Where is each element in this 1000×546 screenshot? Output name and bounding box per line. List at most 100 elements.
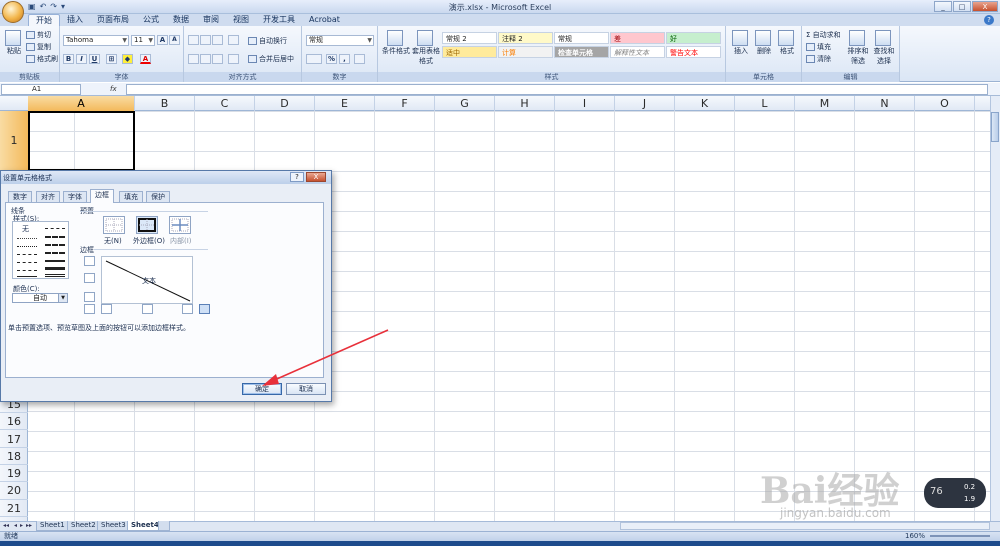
tab-home[interactable]: 开始 <box>28 14 60 26</box>
align-middle-icon[interactable] <box>200 35 211 45</box>
line-style-medium-dash-dot-dot[interactable] <box>45 228 65 229</box>
cancel-button[interactable]: 取消 <box>286 383 326 395</box>
horizontal-scrollbar[interactable] <box>620 522 990 530</box>
increase-decimal-icon[interactable] <box>354 54 365 64</box>
insert-cells-button[interactable]: 插入 <box>732 30 750 56</box>
tab-protection[interactable]: 保护 <box>146 191 170 202</box>
tab-insert[interactable]: 插入 <box>60 14 90 26</box>
clear-button[interactable]: 清除 <box>806 54 831 64</box>
column-header-m[interactable]: M <box>795 96 855 111</box>
insert-sheet-icon[interactable] <box>158 521 170 531</box>
next-sheet-icon[interactable]: ▸ <box>20 522 23 529</box>
borders-button[interactable]: ⊞ <box>106 54 117 64</box>
delete-cells-button[interactable]: 删除 <box>755 30 773 56</box>
insert-function-button[interactable]: fx <box>110 84 124 95</box>
line-style-medium[interactable] <box>45 260 65 262</box>
border-top-button[interactable] <box>84 256 95 266</box>
conditional-format-button[interactable]: 条件格式 <box>381 30 411 56</box>
tab-data[interactable]: 数据 <box>166 14 196 26</box>
cell-style-9[interactable]: 警告文本 <box>666 46 721 58</box>
tab-number[interactable]: 数字 <box>8 191 32 202</box>
column-header-e[interactable]: E <box>315 96 375 111</box>
line-style-medium-dashed[interactable] <box>45 252 65 254</box>
border-right-button[interactable] <box>182 304 193 314</box>
row-header-21[interactable]: 21 <box>0 500 28 517</box>
minimize-button[interactable]: _ <box>934 1 952 12</box>
line-color-combo[interactable]: 自动 ▼ <box>12 293 68 303</box>
column-header-l[interactable]: L <box>735 96 795 111</box>
tab-font[interactable]: 字体 <box>63 191 87 202</box>
sort-filter-button[interactable]: 排序和筛选 <box>846 30 870 66</box>
prev-sheet-icon[interactable]: ◂ <box>14 522 17 529</box>
tab-acrobat[interactable]: Acrobat <box>302 14 347 26</box>
number-format-combo[interactable]: 常规 ▼ <box>306 35 374 46</box>
preset-outline-button[interactable] <box>136 216 158 234</box>
border-preview[interactable]: 文本 <box>101 256 193 304</box>
line-style-dashed[interactable] <box>17 270 37 271</box>
column-header-b[interactable]: B <box>135 96 195 111</box>
border-bottom-button[interactable] <box>84 292 95 302</box>
line-style-dash-dot-dot[interactable] <box>17 254 37 255</box>
vertical-scroll-thumb[interactable] <box>991 112 999 142</box>
line-style-hair[interactable] <box>17 238 37 239</box>
line-style-thick[interactable] <box>45 267 65 270</box>
bold-button[interactable]: B <box>63 54 74 64</box>
align-top-icon[interactable] <box>188 35 199 45</box>
formula-input[interactable] <box>126 84 988 95</box>
cell-style-0[interactable]: 常规 2 <box>442 32 497 44</box>
line-style-double[interactable] <box>45 274 65 277</box>
preset-inside-button[interactable] <box>169 216 191 234</box>
font-name-combo[interactable]: Tahoma ▼ <box>63 35 129 46</box>
active-cell-a1[interactable] <box>28 111 135 171</box>
name-box[interactable]: A1 <box>1 84 81 95</box>
border-inside-horizontal-button[interactable] <box>84 273 95 283</box>
align-center-icon[interactable] <box>200 54 211 64</box>
row-header-20[interactable]: 20 <box>0 482 28 500</box>
row-header-17[interactable]: 17 <box>0 431 28 448</box>
last-sheet-icon[interactable]: ▸▸ <box>26 522 32 529</box>
border-inside-vertical-button[interactable] <box>142 304 153 314</box>
tab-review[interactable]: 审阅 <box>196 14 226 26</box>
cell-style-5[interactable]: 适中 <box>442 46 497 58</box>
cell-style-2[interactable]: 常规 <box>554 32 609 44</box>
align-left-icon[interactable] <box>188 54 199 64</box>
column-header-o[interactable]: O <box>915 96 975 111</box>
line-style-medium-dash-dot[interactable] <box>45 244 65 246</box>
border-left-button[interactable] <box>101 304 112 314</box>
office-button[interactable] <box>2 1 24 23</box>
border-diagonal-up-button[interactable] <box>84 304 95 314</box>
comma-button[interactable]: , <box>339 54 350 64</box>
column-header-g[interactable]: G <box>435 96 495 111</box>
line-style-dash-dot[interactable] <box>17 262 37 263</box>
cell-style-3[interactable]: 差 <box>610 32 665 44</box>
orientation-icon[interactable] <box>228 35 239 45</box>
line-style-dotted[interactable] <box>17 246 37 247</box>
wrap-text-button[interactable]: 自动换行 <box>248 36 287 46</box>
row-header-19[interactable]: 19 <box>0 465 28 483</box>
help-icon[interactable]: ? <box>984 15 994 25</box>
maximize-button[interactable]: □ <box>953 1 971 12</box>
font-color-button[interactable]: A <box>140 54 151 64</box>
close-button[interactable]: X <box>972 1 998 12</box>
line-style-thin[interactable] <box>17 276 37 277</box>
border-diagonal-down-button[interactable] <box>199 304 210 314</box>
cut-button[interactable]: 剪切 <box>26 30 51 40</box>
first-sheet-icon[interactable]: ◂◂ <box>3 522 9 529</box>
autosum-button[interactable]: Σ 自动求和 <box>806 30 841 40</box>
sheet-tab-sheet1[interactable]: Sheet1 <box>36 521 69 531</box>
tab-alignment[interactable]: 对齐 <box>36 191 60 202</box>
line-style-none[interactable]: 无 <box>22 224 29 234</box>
zoom-level[interactable]: 160% <box>905 531 925 541</box>
line-style-list[interactable]: 无 <box>12 221 69 279</box>
merge-center-button[interactable]: 合并后居中 <box>248 54 294 64</box>
column-header-i[interactable]: I <box>555 96 615 111</box>
row-header-16[interactable]: 16 <box>0 413 28 431</box>
indent-icon[interactable] <box>228 54 239 64</box>
font-size-combo[interactable]: 11 ▼ <box>131 35 155 46</box>
shrink-font-button[interactable]: A <box>169 35 180 45</box>
grow-font-button[interactable]: A <box>157 35 168 45</box>
fill-color-button[interactable]: ◆ <box>122 54 133 64</box>
tab-page-layout[interactable]: 页面布局 <box>90 14 136 26</box>
cell-style-7[interactable]: 检查单元格 <box>554 46 609 58</box>
fill-button[interactable]: 填充 <box>806 42 831 52</box>
